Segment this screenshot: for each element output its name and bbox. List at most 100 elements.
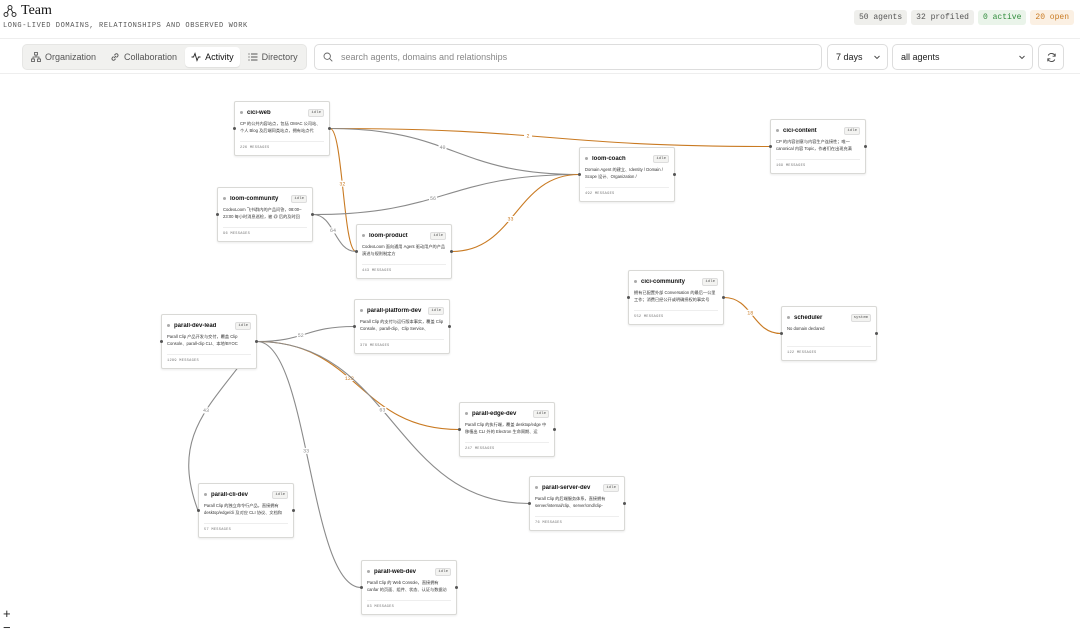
tab-collaboration[interactable]: Collaboration [104, 47, 183, 67]
node-name: parall-edge-dev [472, 410, 517, 417]
node-handle-right[interactable] [455, 586, 458, 589]
node-message-count: 83 MESSAGES [367, 600, 451, 614]
tab-directory[interactable]: Directory [242, 47, 304, 67]
agent-node[interactable]: parall-server-dev idle Parall Clip 的后端服务体… [528, 476, 626, 531]
edge-cici-web-cici-content[interactable] [329, 127, 771, 148]
agent-node[interactable]: parall-cli-dev idle Parall Clip 的独立命令行产品，… [197, 483, 295, 538]
agent-node[interactable]: parall-web-dev idle Parall Clip 的 Web Con… [360, 560, 458, 615]
node-handle-right[interactable] [311, 213, 314, 216]
node-handle-right[interactable] [448, 325, 451, 328]
agent-node[interactable]: cici-content idle CP 的内容创意与内容生产连接性；唯一 can… [769, 119, 867, 174]
agent-node[interactable]: parall-platform-dev idle Parall Clip 的支付与… [353, 299, 451, 354]
stats-bar: 50 agents 32 profiled 0 active 20 open [853, 10, 1074, 25]
node-message-count: 247 MESSAGES [465, 442, 549, 456]
node-handle-right[interactable] [292, 509, 295, 512]
node-handle-left[interactable] [458, 428, 461, 431]
status-badge: system [850, 313, 871, 322]
agent-node[interactable]: loom-coach idle Domain Agent 的建立、Identity… [578, 147, 676, 202]
node-handle-left[interactable] [233, 127, 236, 130]
node-handle-left[interactable] [353, 325, 356, 328]
node-handle-right[interactable] [450, 250, 453, 253]
zoom-out-button[interactable]: − [3, 621, 11, 634]
node-message-count: 226 MESSAGES [240, 141, 324, 155]
edge-loom-product-loom-coach[interactable] [451, 173, 580, 253]
status-dot [360, 309, 363, 312]
agent-node[interactable]: loom-product idle CodexLoom 面向通用 Agent 驱动… [355, 224, 453, 279]
zoom-in-button[interactable]: + [3, 607, 11, 620]
node-handle-left[interactable] [160, 340, 163, 343]
agent-node[interactable]: parall-edge-dev idle Parall Clip 的执行端，覆盖 … [458, 402, 556, 457]
node-handle-left[interactable] [578, 173, 581, 176]
node-handle-right[interactable] [864, 145, 867, 148]
agent-node[interactable]: parall-dev-lead idle Parall Clip 产品开发与交付，… [160, 314, 258, 369]
node-name: scheduler [794, 314, 823, 321]
node-handle-left[interactable] [528, 502, 531, 505]
node-description: Parall Clip 产品开发与交付，覆盖 Clip Console、para… [167, 334, 238, 346]
team-icon [3, 5, 17, 17]
graph-canvas[interactable]: 2 40 32 56 64 33 18 52 128 63 43 33 cici-web idle CP… [0, 75, 1080, 635]
node-handle-right[interactable] [623, 502, 626, 505]
node-handle-right[interactable] [255, 340, 258, 343]
status-dot [204, 493, 207, 496]
node-description: Parall Clip 的支付与运行版本事实，覆盖 Clip Console、p… [360, 319, 444, 331]
node-handle-left[interactable] [216, 213, 219, 216]
node-message-count: 96 MESSAGES [223, 227, 307, 241]
status-badge: idle [653, 154, 669, 163]
refresh-button[interactable] [1038, 44, 1064, 70]
list-icon [247, 53, 258, 61]
status-dot [362, 234, 365, 237]
agent-filter-select[interactable]: all agents [892, 44, 1033, 70]
edge-loom-community-loom-coach[interactable] [312, 173, 580, 216]
node-handle-left[interactable] [780, 332, 783, 335]
node-handle-left[interactable] [627, 296, 630, 299]
agent-node[interactable]: scheduler system No domain declared 122 M… [780, 306, 878, 361]
node-handle-left[interactable] [197, 509, 200, 512]
org-tree-icon [31, 52, 41, 62]
agent-node[interactable]: cici-web idle CP 的公共内容站点，包括 OMAC 公司站、个人 B… [233, 101, 331, 156]
node-handle-right[interactable] [673, 173, 676, 176]
status-badge: idle [430, 231, 446, 240]
edge-label: 43 [203, 408, 209, 414]
node-name: loom-product [369, 232, 408, 239]
node-handle-left[interactable] [769, 145, 772, 148]
title-row: Team [3, 3, 52, 19]
search-input[interactable] [341, 52, 811, 62]
edge-label: 32 [339, 181, 345, 187]
edge-label: 2 [527, 134, 530, 140]
node-handle-left[interactable] [355, 250, 358, 253]
node-name: parall-platform-dev [367, 307, 422, 314]
status-badge: idle [702, 277, 718, 286]
node-description: CP 的内容创意与内容生产连接性；唯一 canonical 内容 Topic，作… [776, 139, 852, 151]
time-range-select[interactable]: 7 days [827, 44, 888, 70]
node-handle-right[interactable] [328, 127, 331, 130]
node-description: No domain declared [787, 326, 825, 331]
node-handle-right[interactable] [875, 332, 878, 335]
active-count-badge: 0 active [977, 10, 1027, 25]
node-handle-left[interactable] [360, 586, 363, 589]
edge-label: 52 [298, 333, 304, 339]
edge-cici-web-loom-coach[interactable] [329, 127, 580, 176]
tab-activity[interactable]: Activity [185, 47, 240, 67]
agent-filter-value: all agents [901, 52, 940, 62]
status-dot [167, 324, 170, 327]
node-description: CP 的公共内容站点，包括 OMAC 公司站、个人 Blog 及后端同类站点，拥… [240, 121, 321, 133]
status-badge: idle [844, 126, 860, 135]
activity-pulse-icon [191, 52, 201, 62]
agents-count-badge: 50 agents [853, 10, 908, 25]
status-dot [240, 111, 243, 114]
edge-parall-dev-lead-parall-platform-dev[interactable] [256, 325, 355, 343]
agent-node[interactable]: cici-community idle 拥有已配置外部 Conversation … [627, 270, 725, 325]
status-badge: idle [435, 567, 451, 576]
node-handle-right[interactable] [722, 296, 725, 299]
status-badge: idle [308, 108, 324, 117]
tab-organization[interactable]: Organization [25, 47, 102, 67]
node-handle-right[interactable] [553, 428, 556, 431]
status-badge: idle [533, 409, 549, 418]
time-range-value: 7 days [836, 52, 863, 62]
agent-node[interactable]: loom-community idle CodexLoom 飞书群内的产品问答，0… [216, 187, 314, 242]
edge-parall-dev-lead-parall-edge-dev[interactable] [256, 340, 460, 431]
chevron-down-icon [874, 55, 880, 60]
node-name: cici-content [783, 127, 817, 134]
status-dot [223, 197, 226, 200]
status-badge: idle [272, 490, 288, 499]
